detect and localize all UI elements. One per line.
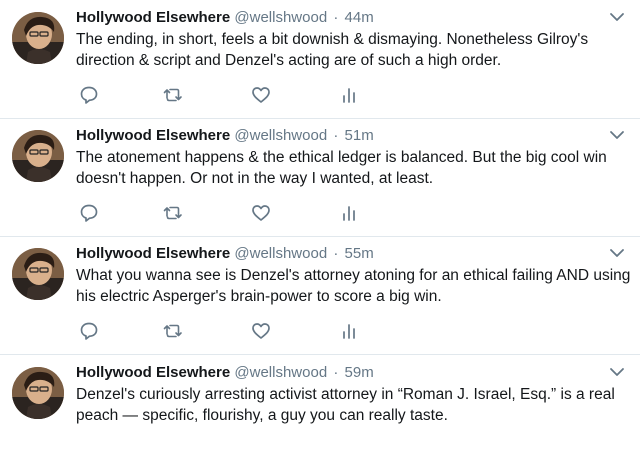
chevron-down-icon[interactable]: [608, 128, 626, 142]
tweet-header: Hollywood Elsewhere @wellshwood · 55m: [76, 244, 374, 264]
heart-icon[interactable]: [250, 320, 272, 342]
display-name[interactable]: Hollywood Elsewhere: [76, 245, 230, 262]
tweet-text: What you wanna see is Denzel's attorney …: [76, 267, 631, 305]
separator: ·: [333, 9, 339, 26]
tweet-actions: [76, 320, 376, 342]
heart-icon[interactable]: [250, 84, 272, 106]
tweet[interactable]: Hollywood Elsewhere @wellshwood · 44m Th…: [0, 0, 640, 118]
display-name[interactable]: Hollywood Elsewhere: [76, 9, 230, 26]
display-name[interactable]: Hollywood Elsewhere: [76, 127, 230, 144]
tweet[interactable]: Hollywood Elsewhere @wellshwood · 55m Wh…: [0, 236, 640, 354]
analytics-icon[interactable]: [338, 202, 360, 224]
user-handle[interactable]: @wellshwood: [234, 127, 327, 144]
chevron-down-icon[interactable]: [608, 10, 626, 24]
tweet-header: Hollywood Elsewhere @wellshwood · 51m: [76, 126, 374, 146]
reply-icon[interactable]: [78, 84, 100, 106]
display-name[interactable]: Hollywood Elsewhere: [76, 364, 230, 381]
user-handle[interactable]: @wellshwood: [234, 364, 327, 381]
tweet-header: Hollywood Elsewhere @wellshwood · 59m: [76, 363, 374, 383]
retweet-icon[interactable]: [162, 320, 184, 342]
retweet-icon[interactable]: [162, 202, 184, 224]
timestamp[interactable]: 59m: [345, 364, 374, 381]
user-handle[interactable]: @wellshwood: [234, 245, 327, 262]
timestamp[interactable]: 51m: [345, 127, 374, 144]
user-handle[interactable]: @wellshwood: [234, 9, 327, 26]
separator: ·: [333, 127, 339, 144]
tweet-feed: Hollywood Elsewhere @wellshwood · 44m Th…: [0, 0, 640, 443]
timestamp[interactable]: 44m: [345, 9, 374, 26]
tweet-actions: [76, 202, 376, 224]
tweet[interactable]: Hollywood Elsewhere @wellshwood · 59m De…: [0, 355, 640, 473]
chevron-down-icon[interactable]: [608, 365, 626, 379]
analytics-icon[interactable]: [338, 320, 360, 342]
analytics-icon[interactable]: [338, 84, 360, 106]
heart-icon[interactable]: [250, 202, 272, 224]
tweet-text: The ending, in short, feels a bit downis…: [76, 31, 589, 69]
avatar[interactable]: [12, 130, 64, 182]
tweet-text: The atonement happens & the ethical ledg…: [76, 149, 607, 187]
avatar[interactable]: [12, 12, 64, 64]
tweet-actions: [76, 84, 376, 106]
retweet-icon[interactable]: [162, 84, 184, 106]
avatar[interactable]: [12, 248, 64, 300]
tweet-header: Hollywood Elsewhere @wellshwood · 44m: [76, 8, 374, 28]
separator: ·: [333, 364, 339, 381]
reply-icon[interactable]: [78, 320, 100, 342]
chevron-down-icon[interactable]: [608, 246, 626, 260]
tweet-text: Denzel's curiously arresting activist at…: [76, 386, 615, 424]
tweet[interactable]: Hollywood Elsewhere @wellshwood · 51m Th…: [0, 118, 640, 236]
reply-icon[interactable]: [78, 202, 100, 224]
avatar[interactable]: [12, 367, 64, 419]
timestamp[interactable]: 55m: [345, 245, 374, 262]
separator: ·: [333, 245, 339, 262]
